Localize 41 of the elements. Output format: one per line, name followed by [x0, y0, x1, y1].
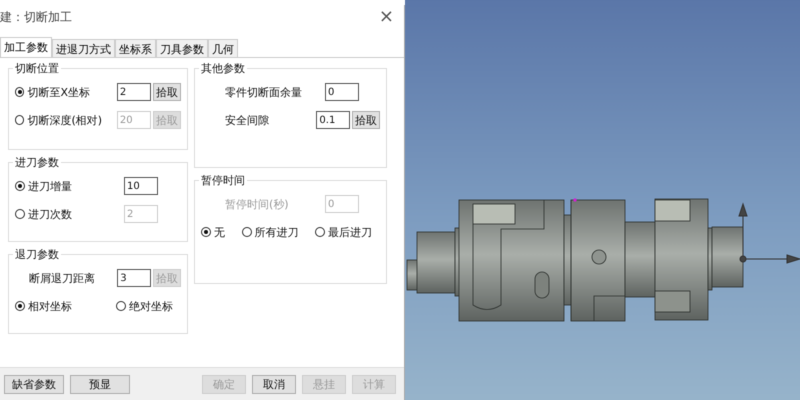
tab[interactable]: 刀具参数 — [156, 39, 208, 57]
dialog-button[interactable]: 取消 — [252, 374, 296, 394]
input-field[interactable]: 0.1 — [316, 111, 350, 129]
group-title: 退刀参数 — [13, 247, 61, 262]
radio-label[interactable]: 相对坐标 — [28, 298, 72, 314]
tab[interactable]: 加工参数 — [0, 37, 52, 57]
input-field[interactable]: 2 — [116, 83, 151, 101]
pick-button[interactable]: 拾取 — [152, 83, 181, 101]
field-label: 暂停时间(秒) — [224, 196, 290, 212]
radio-button[interactable] — [116, 301, 126, 311]
close-button[interactable]: × — [374, 8, 398, 26]
tab[interactable]: 进退刀方式 — [52, 39, 115, 57]
radio-button[interactable] — [15, 181, 25, 191]
radio-button[interactable] — [201, 227, 211, 237]
radio-button[interactable] — [315, 227, 325, 237]
group-title: 切断位置 — [13, 61, 61, 76]
radio-label[interactable]: 无 — [214, 224, 225, 240]
field-label: 断屑退刀距离 — [28, 270, 96, 286]
radio-label[interactable]: 绝对坐标 — [129, 298, 173, 314]
dialog-button[interactable]: 预显 — [70, 374, 130, 394]
window-title: 建：切断加工 — [0, 8, 72, 26]
dialog-button[interactable]: 缺省参数 — [4, 374, 64, 394]
group-title: 进刀参数 — [13, 155, 61, 170]
tab[interactable]: 几何 — [208, 39, 238, 57]
radio-button[interactable] — [242, 227, 252, 237]
field-label: 零件切断面余量 — [224, 84, 303, 100]
radio-label[interactable]: 最后进刀 — [328, 224, 372, 240]
radio-label[interactable]: 切断至X坐标 — [27, 84, 117, 100]
radio-button[interactable] — [15, 301, 25, 311]
input-field[interactable]: 10 — [124, 177, 158, 195]
axis-arrows-icon — [738, 202, 800, 264]
pick-button[interactable]: 拾取 — [352, 111, 380, 129]
group-title: 其他参数 — [199, 61, 247, 76]
field-label: 安全间隙 — [224, 112, 270, 128]
tab[interactable]: 坐标系 — [115, 39, 156, 57]
input-field[interactable]: 3 — [117, 269, 152, 287]
radio-label[interactable]: 所有进刀 — [254, 224, 298, 240]
radio-button[interactable] — [15, 87, 24, 97]
input-field[interactable]: 0 — [325, 83, 359, 101]
group-title: 暂停时间 — [199, 173, 247, 188]
radio-label[interactable]: 进刀增量 — [28, 178, 124, 194]
